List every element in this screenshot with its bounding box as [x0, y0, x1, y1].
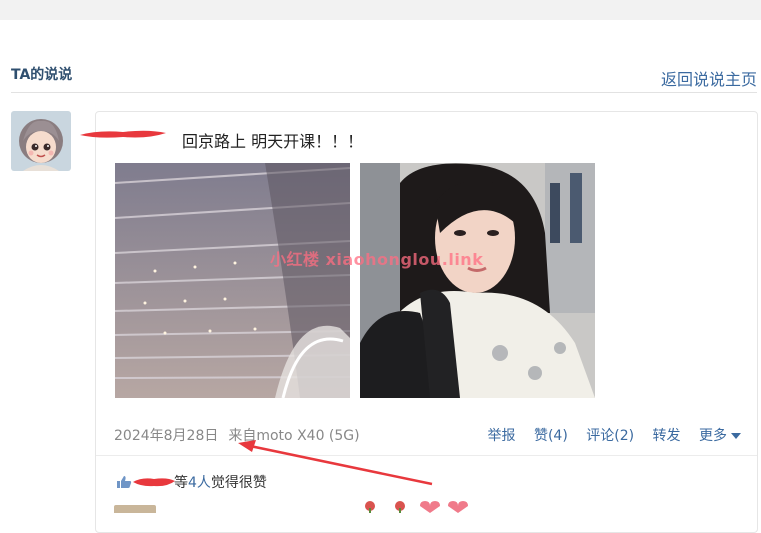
- likes-suffix: 觉得很赞: [210, 475, 267, 491]
- post-photo-selfie[interactable]: [360, 163, 595, 398]
- back-to-feed-link[interactable]: 返回说说主页: [661, 66, 757, 90]
- post-actions: 举报 赞(4) 评论(2) 转发 更多: [474, 425, 741, 445]
- post-source: 来自moto X40 (5G): [228, 428, 360, 444]
- card-divider: [96, 455, 757, 456]
- selfie-image: [360, 163, 595, 398]
- station-ceiling-image: [115, 163, 350, 398]
- header-divider: [11, 92, 757, 93]
- redacted-username: [80, 130, 166, 138]
- top-bar: [0, 0, 761, 20]
- section-title: TA的说说: [11, 67, 73, 83]
- reaction-icons: [365, 501, 468, 513]
- likes-prefix: 等: [174, 475, 188, 491]
- user-avatar[interactable]: [11, 111, 71, 171]
- likes-count[interactable]: 4人: [188, 475, 211, 491]
- post-photo-ceiling[interactable]: [115, 163, 350, 398]
- chevron-down-icon: [731, 433, 741, 439]
- more-menu[interactable]: 更多: [699, 428, 741, 444]
- post-meta: 2024年8月28日 来自moto X40 (5G): [114, 425, 360, 445]
- watermark-text: 小红楼 xiaohonglou.link: [270, 250, 484, 269]
- commenter-avatar-partial: [114, 505, 156, 513]
- post-text: 回京路上 明天开课！！！: [182, 132, 364, 151]
- thumbs-up-icon: [117, 476, 132, 488]
- more-label: 更多: [699, 428, 727, 444]
- redacted-likers: [133, 478, 175, 487]
- report-link[interactable]: 举报: [488, 428, 516, 444]
- like-link[interactable]: 赞(4): [534, 428, 568, 444]
- repost-link[interactable]: 转发: [653, 428, 681, 444]
- avatar-image: [11, 111, 71, 171]
- comment-link[interactable]: 评论(2): [586, 428, 634, 444]
- post-date: 2024年8月28日: [114, 428, 219, 444]
